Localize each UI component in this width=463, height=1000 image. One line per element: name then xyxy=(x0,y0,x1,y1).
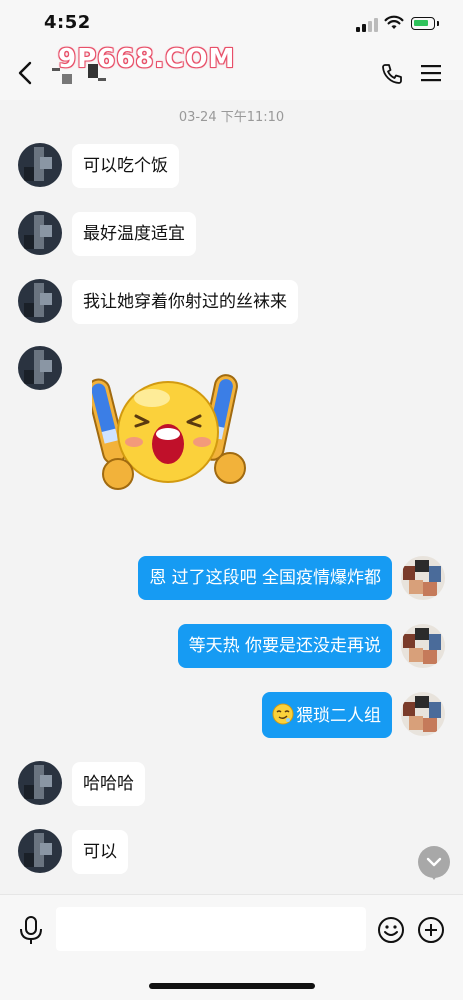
cellular-signal-icon xyxy=(356,18,378,32)
message-bubble-incoming[interactable]: 最好温度适宜 xyxy=(72,212,196,256)
back-arrow-icon[interactable] xyxy=(14,60,38,86)
message-bubble-incoming[interactable]: 哈哈哈 xyxy=(72,762,145,806)
message-input[interactable] xyxy=(56,907,366,951)
composer-bar xyxy=(0,894,463,965)
emoji-icon[interactable] xyxy=(376,915,406,945)
home-indicator[interactable] xyxy=(149,983,315,989)
wifi-icon xyxy=(384,15,404,29)
message-bubble-outgoing[interactable]: 猥琐二人组 xyxy=(262,692,392,738)
phone-call-icon[interactable] xyxy=(380,62,404,86)
avatar[interactable] xyxy=(18,829,62,873)
message-timestamp: 03-24 下午11:10 xyxy=(178,110,285,125)
status-bar: 4:52 xyxy=(0,0,463,48)
scroll-to-bottom-button[interactable] xyxy=(418,846,450,880)
message-bubble-outgoing[interactable]: 恩 过了这段吧 全国疫情爆炸都 xyxy=(138,556,392,600)
battery-charging-icon xyxy=(411,17,439,30)
message-bubble-incoming[interactable]: 我让她穿着你射过的丝袜来 xyxy=(72,280,298,324)
add-attachment-icon[interactable] xyxy=(416,915,446,945)
avatar[interactable] xyxy=(18,346,62,390)
avatar[interactable] xyxy=(401,692,445,736)
avatar[interactable] xyxy=(18,211,62,255)
microphone-icon[interactable] xyxy=(18,915,44,945)
watermark-logo: 9P668.COM xyxy=(58,44,236,74)
home-indicator-area xyxy=(0,964,463,1000)
avatar[interactable] xyxy=(401,556,445,600)
menu-icon[interactable] xyxy=(420,63,442,83)
message-bubble-incoming[interactable]: 可以 xyxy=(72,830,128,874)
avatar[interactable] xyxy=(18,761,62,805)
avatar[interactable] xyxy=(18,143,62,187)
avatar[interactable] xyxy=(401,624,445,668)
avatar[interactable] xyxy=(18,279,62,323)
cheering-emoji-sticker[interactable] xyxy=(92,368,250,496)
message-bubble-incoming[interactable]: 可以吃个饭 xyxy=(72,144,179,188)
drooling-face-icon xyxy=(272,703,294,725)
message-text: 猥琐二人组 xyxy=(296,706,381,726)
message-bubble-outgoing[interactable]: 等天热 你要是还没走再说 xyxy=(177,624,392,668)
status-time: 4:52 xyxy=(44,12,91,33)
